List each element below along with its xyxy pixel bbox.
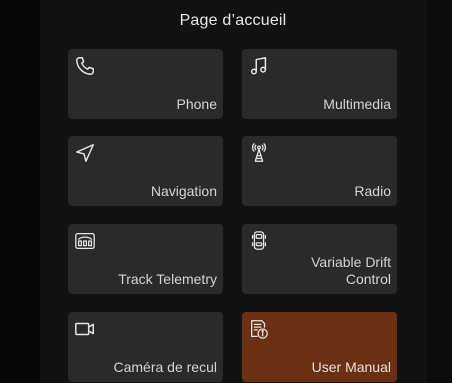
tile-label-camera: Caméra de recul	[113, 359, 218, 375]
home-screen: Page d’accueil Phone Multimedia Navigati…	[0, 0, 452, 383]
page-title: Page d’accueil	[179, 12, 287, 29]
side-strip	[426, 0, 452, 383]
tile-label-phone: Phone	[176, 96, 217, 112]
tile-phone[interactable]: Phone	[68, 49, 223, 119]
tile-label-user-manual: User Manual	[311, 359, 391, 375]
camera-icon	[74, 318, 96, 340]
navigation-arrow-icon	[74, 142, 96, 164]
radio-tower-icon	[248, 142, 270, 164]
drift-car-icon	[248, 230, 270, 252]
tile-radio[interactable]: Radio	[242, 136, 397, 206]
tile-navigation[interactable]: Navigation	[68, 136, 223, 206]
manual-info-icon	[248, 318, 270, 340]
tile-variable-drift-control[interactable]: Variable Drift Control	[242, 224, 397, 294]
tile-label-variable-drift-control: Variable Drift Control	[311, 254, 391, 287]
tile-track-telemetry[interactable]: Track Telemetry	[68, 224, 223, 294]
tile-label-radio: Radio	[354, 183, 391, 199]
telemetry-gauge-icon	[74, 230, 96, 252]
tile-label-navigation: Navigation	[150, 183, 217, 199]
music-note-icon	[248, 55, 270, 77]
tile-camera[interactable]: Caméra de recul	[68, 312, 223, 382]
tile-user-manual[interactable]: User Manual	[242, 312, 397, 382]
tile-multimedia[interactable]: Multimedia	[242, 49, 397, 119]
tile-label-multimedia: Multimedia	[323, 96, 391, 112]
phone-icon	[74, 55, 96, 77]
tile-label-track-telemetry: Track Telemetry	[118, 271, 217, 287]
